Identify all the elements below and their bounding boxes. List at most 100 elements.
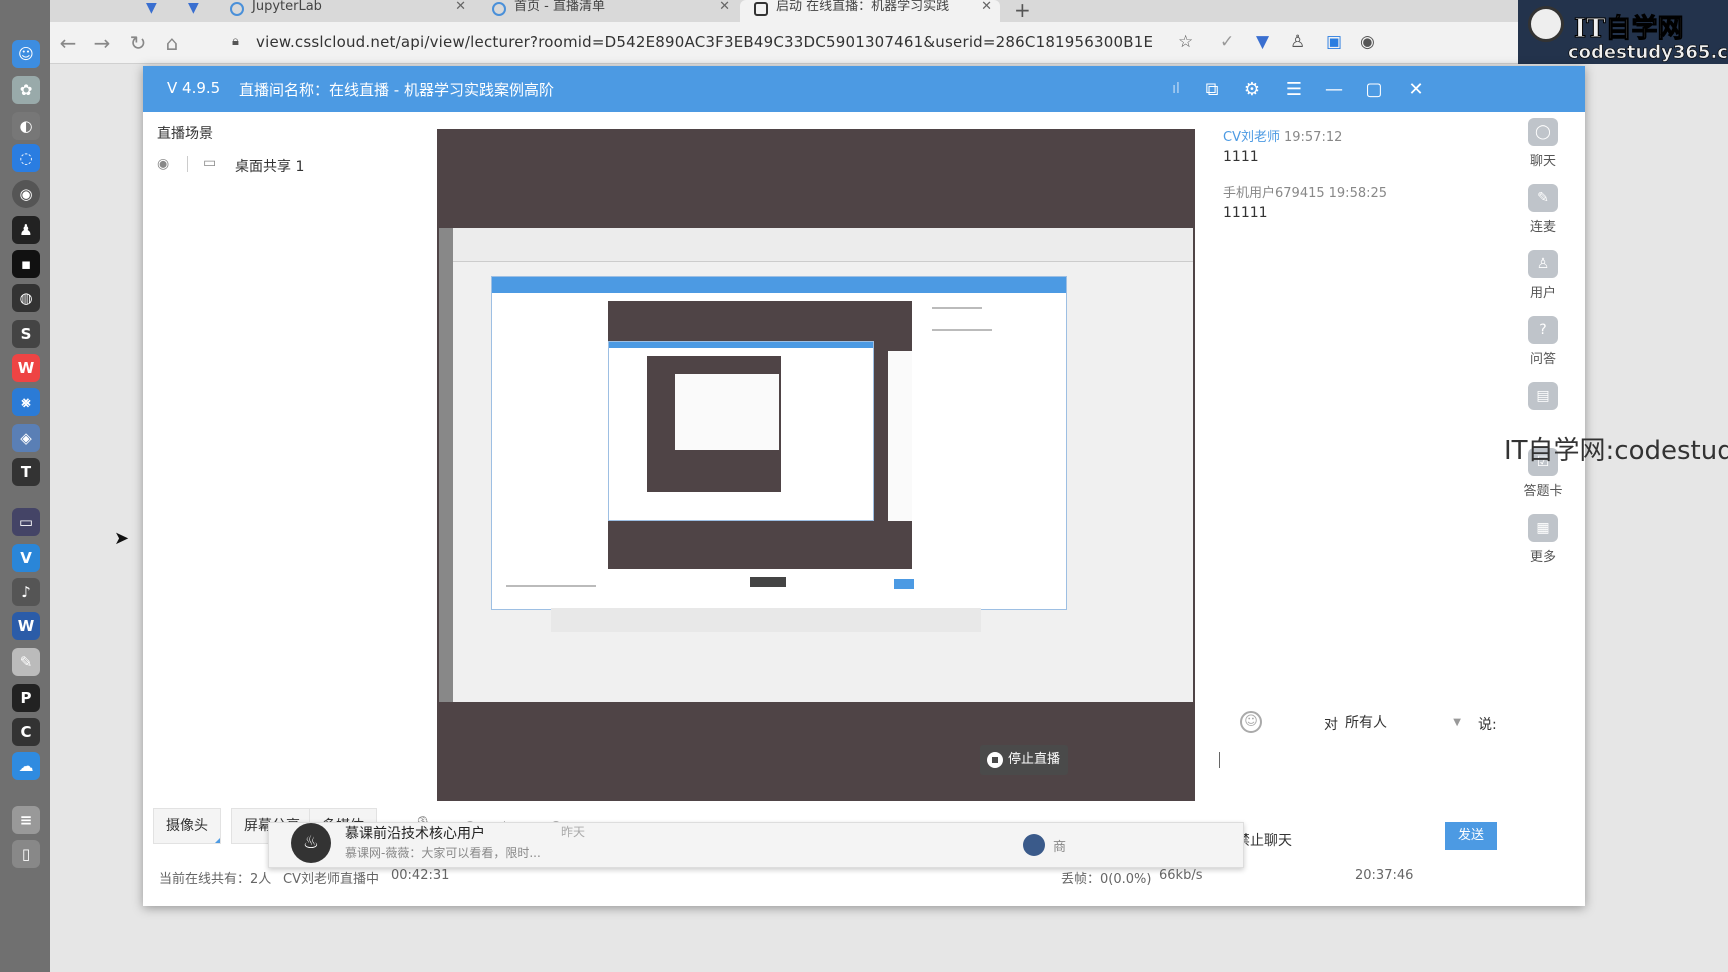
back-icon[interactable]: ←	[56, 31, 80, 55]
nested-dock	[439, 228, 453, 702]
extension-icon[interactable]: ♙	[1290, 32, 1305, 52]
wechat-icon[interactable]: ◌	[12, 144, 40, 172]
tool-label: 更多	[1529, 550, 1556, 565]
clion-icon[interactable]: C	[12, 718, 40, 746]
sublime-icon[interactable]: S	[12, 320, 40, 348]
document-dock-icon[interactable]: ≡	[12, 806, 40, 834]
frame-loss: 丢帧：0(0.0%)	[1061, 872, 1152, 887]
monitor-icon: ▭	[203, 155, 217, 171]
chat-time: 19:58:25	[1328, 186, 1388, 201]
photos-icon[interactable]: ✿	[12, 76, 40, 104]
browser-tab-active[interactable]: 启动 在线直播：机器学习实践 ✕	[740, 0, 1000, 22]
cloud-icon[interactable]: ☁	[12, 752, 40, 780]
pycharm-icon[interactable]: P	[12, 684, 40, 712]
tool-qa[interactable]: ? 问答	[1513, 308, 1573, 368]
to-label: 对	[1324, 717, 1338, 733]
nested-send-button	[894, 579, 914, 589]
reload-icon[interactable]: ↻	[126, 31, 150, 55]
wps-icon[interactable]: W	[12, 354, 40, 382]
typora-icon[interactable]: T	[12, 458, 40, 486]
url-input[interactable]: view.csslcloud.net/api/view/lecturer?roo…	[256, 33, 1153, 51]
popout-icon[interactable]: ⧉	[1199, 76, 1225, 102]
chrome-icon[interactable]: ◉	[12, 180, 40, 208]
tool-chat[interactable]: ◯ 聊天	[1513, 110, 1573, 170]
tab-close-icon[interactable]: ✕	[719, 0, 730, 14]
vmware-icon[interactable]: V	[12, 544, 40, 572]
ban-chat-toggle[interactable]: 禁止聊天	[1236, 830, 1292, 850]
profile-icon[interactable]: ◉	[1360, 32, 1375, 52]
tool-mic-link[interactable]: ✎ 连麦	[1513, 176, 1573, 236]
menu-icon[interactable]: ☰	[1281, 76, 1307, 102]
chat-message: CV刘老师 19:57:12 1111	[1223, 126, 1463, 165]
extension-icon[interactable]: ▼	[1256, 32, 1269, 52]
room-name: 直播间名称：在线直播 - 机器学习实践案例高阶	[239, 81, 554, 99]
scene-panel-title: 直播场景	[157, 126, 213, 142]
bookmark-star-icon[interactable]: ☆	[1178, 32, 1193, 52]
tab-label: 首页 - 直播清单	[514, 0, 605, 14]
stop-icon	[987, 752, 1003, 768]
terminal-icon[interactable]: ▪	[12, 250, 40, 278]
chat-user[interactable]: 手机用户679415	[1223, 186, 1325, 201]
nested-chat-line	[932, 307, 982, 309]
camera-button[interactable]: 摄像头	[153, 808, 221, 844]
recipient-select[interactable]: 所有人 ▼	[1339, 709, 1467, 737]
stop-live-button[interactable]: 停止直播	[980, 745, 1068, 775]
finder-icon[interactable]: ☺	[12, 40, 40, 68]
notification-banner[interactable]: ♨ 慕课前沿技术核心用户 昨天 慕课网-薇薇：大家可以看看，限时... 商	[268, 822, 1244, 868]
notes-icon[interactable]: ✎	[12, 648, 40, 676]
network-icon[interactable]: ◍	[12, 284, 40, 312]
chat-user[interactable]: CV刘老师	[1223, 130, 1280, 145]
nested-titlebar-2	[609, 342, 873, 348]
chat-input[interactable]	[1217, 746, 1497, 816]
notification-tag: 昨天	[561, 825, 586, 839]
live-app-window: V 4.9.5 直播间名称：在线直播 - 机器学习实践案例高阶 ıl ⧉ ⚙ ☰…	[143, 66, 1585, 906]
forward-icon[interactable]: →	[90, 31, 114, 55]
scene-item[interactable]: ◉ ▭ 桌面共享 1	[157, 154, 397, 178]
new-tab-button[interactable]: +	[1014, 0, 1031, 22]
browser-tab[interactable]: JupyterLab ✕	[216, 0, 474, 22]
notification-name: 商	[1053, 840, 1067, 855]
notification-avatar: ♨	[291, 823, 331, 863]
close-icon[interactable]: ✕	[1403, 76, 1429, 102]
stop-live-label: 停止直播	[1008, 752, 1061, 767]
eye-icon[interactable]: ◉	[157, 156, 169, 172]
minimize-icon[interactable]: —	[1321, 76, 1347, 102]
live-preview	[437, 129, 1195, 801]
send-button[interactable]: 发送	[1445, 822, 1497, 850]
tab-close-icon[interactable]: ✕	[455, 0, 466, 14]
nested-preview-2	[647, 356, 781, 492]
nested-stop-button	[750, 577, 786, 587]
extension-icon[interactable]: ▣	[1326, 32, 1342, 52]
mouse-icon[interactable]: ◐	[12, 112, 40, 140]
tool-document[interactable]: ▤	[1513, 374, 1573, 434]
app-icon[interactable]: ◈	[12, 424, 40, 452]
tool-label: 聊天	[1529, 154, 1556, 169]
qq-icon[interactable]: ♟	[12, 216, 40, 244]
bitrate: 66kb/s	[1159, 868, 1203, 883]
tool-users[interactable]: ♙ 用户	[1513, 242, 1573, 302]
live-duration: 00:42:31	[391, 868, 450, 883]
more-icon: ▦	[1528, 514, 1558, 542]
music-icon[interactable]: ♪	[12, 578, 40, 606]
trash-icon[interactable]: ▯	[12, 840, 40, 868]
vscode-icon[interactable]: ⨳	[12, 388, 40, 416]
display-icon[interactable]: ▭	[12, 508, 40, 536]
home-icon[interactable]: ⌂	[160, 31, 184, 55]
pinned-tab-icon[interactable]: ▼	[146, 0, 157, 16]
word-icon[interactable]: W	[12, 612, 40, 640]
tab-close-icon[interactable]: ✕	[981, 0, 992, 14]
settings-gear-icon[interactable]: ⚙	[1239, 76, 1265, 102]
logo-subtitle: codestudy365.com	[1568, 42, 1728, 64]
dock: ☺ ✿ ◐ ◌ ◉ ♟ ▪ ◍ S W ⨳ ◈ T ▭ V ♪ W ✎ P C …	[0, 0, 50, 972]
check-icon[interactable]: ✓	[1220, 32, 1234, 52]
say-label: 说:	[1478, 717, 1497, 733]
emoji-icon[interactable]: ☺	[1240, 711, 1262, 733]
nested-preview	[608, 301, 912, 569]
browser-tab[interactable]: 首页 - 直播清单 ✕	[478, 0, 738, 22]
tool-more[interactable]: ▦ 更多	[1513, 506, 1573, 566]
pinned-tab-icon[interactable]: ▼	[188, 0, 199, 16]
app-version: V 4.9.5	[167, 79, 221, 97]
user-icon: ♙	[1528, 250, 1558, 278]
app-titlebar: V 4.9.5 直播间名称：在线直播 - 机器学习实践案例高阶 ıl ⧉ ⚙ ☰…	[143, 66, 1585, 112]
maximize-icon[interactable]: ▢	[1361, 76, 1387, 102]
